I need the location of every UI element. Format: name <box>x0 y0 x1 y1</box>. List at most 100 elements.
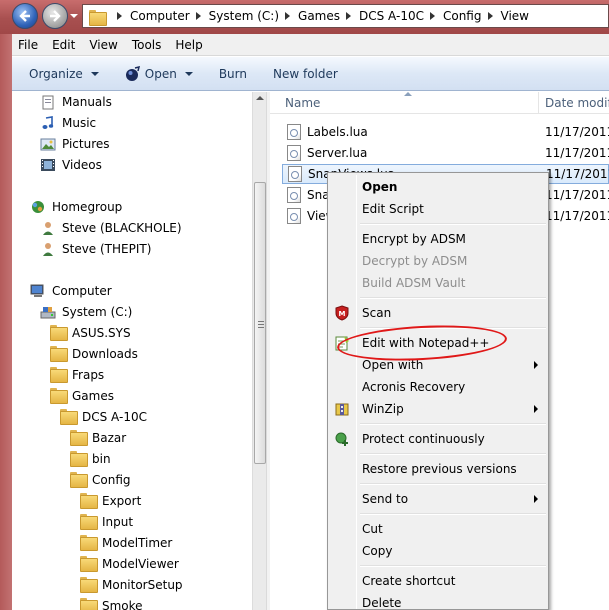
ctx-acronis-recovery[interactable]: Acronis Recovery <box>330 376 546 398</box>
nav-item-dcs-a10c[interactable]: DCS A-10C <box>60 407 147 427</box>
command-bar: Organize Open Burn New folder <box>12 57 609 91</box>
column-divider[interactable] <box>538 92 539 114</box>
breadcrumb-separator-icon[interactable] <box>487 12 493 20</box>
address-bar[interactable]: Computer System (C:) Games DCS A-10C Con… <box>82 4 609 28</box>
ctx-winzip[interactable]: WinZip <box>330 398 546 420</box>
nav-item-games[interactable]: Games <box>50 386 114 406</box>
new-folder-button[interactable]: New folder <box>273 67 338 81</box>
breadcrumb-system-c[interactable]: System (C:) <box>209 9 279 23</box>
submenu-arrow-icon <box>534 405 538 413</box>
ctx-label: Edit Script <box>362 202 424 216</box>
menu-file[interactable]: File <box>18 38 38 52</box>
open-button[interactable]: Open <box>125 65 193 82</box>
context-menu: Open Edit Script Encrypt by ADSM Decrypt… <box>327 172 549 610</box>
breadcrumb-config[interactable]: Config <box>443 9 482 23</box>
nav-item-steve-thepit[interactable]: Steve (THEPIT) <box>40 239 151 259</box>
nav-item-fraps[interactable]: Fraps <box>50 365 104 385</box>
file-date: 11/17/2011 3 <box>545 209 609 223</box>
ctx-edit-with-notepad[interactable]: Edit with Notepad++ <box>330 332 546 354</box>
nav-item-label: Games <box>72 389 114 403</box>
recent-pages-dropdown-icon[interactable] <box>70 12 78 20</box>
file-row-labels[interactable]: Labels.lua 11/17/2011 3 <box>282 122 609 142</box>
ctx-open[interactable]: Open <box>330 176 546 198</box>
nav-item-label: Music <box>62 116 97 130</box>
nav-item-config[interactable]: Config <box>70 470 131 490</box>
ctx-protect-continuously[interactable]: Protect continuously <box>330 428 546 450</box>
document-library-icon <box>42 95 54 110</box>
ctx-encrypt-adsm[interactable]: Encrypt by ADSM <box>330 228 546 250</box>
music-note-icon <box>42 116 54 129</box>
nav-item-system-c[interactable]: System (C:) <box>40 302 132 322</box>
ctx-cut[interactable]: Cut <box>330 518 546 540</box>
scroll-up-arrow-icon[interactable] <box>256 96 264 100</box>
forward-button[interactable] <box>42 3 68 29</box>
breadcrumb-computer[interactable]: Computer <box>130 9 190 23</box>
file-row-server[interactable]: Server.lua 11/17/2011 3 <box>282 143 609 163</box>
submenu-arrow-icon <box>534 361 538 369</box>
ctx-label: Send to <box>362 492 409 506</box>
breadcrumb-dcs-a10c[interactable]: DCS A-10C <box>359 9 424 23</box>
back-button[interactable] <box>12 3 38 29</box>
nav-item-modelviewer[interactable]: ModelViewer <box>80 554 179 574</box>
breadcrumb-separator-icon[interactable] <box>346 12 351 20</box>
homegroup-icon <box>32 201 44 213</box>
breadcrumb-separator-icon[interactable] <box>117 12 122 20</box>
navigation-pane-scrollbar[interactable] <box>252 92 266 610</box>
nav-item-music[interactable]: Music <box>40 113 96 133</box>
nav-item-smoke[interactable]: Smoke <box>80 596 143 610</box>
ctx-edit-script[interactable]: Edit Script <box>330 198 546 220</box>
ctx-decrypt-adsm: Decrypt by ADSM <box>330 250 546 272</box>
burn-button[interactable]: Burn <box>219 67 247 81</box>
nav-item-steve-blackhole[interactable]: Steve (BLACKHOLE) <box>40 218 182 238</box>
nav-item-input[interactable]: Input <box>80 512 133 532</box>
nav-item-monitorsetup[interactable]: MonitorSetup <box>80 575 183 595</box>
title-bar: Computer System (C:) Games DCS A-10C Con… <box>0 0 609 34</box>
nav-item-asus-sys[interactable]: ASUS.SYS <box>50 323 131 343</box>
nav-item-downloads[interactable]: Downloads <box>50 344 138 364</box>
nav-item-bazar[interactable]: Bazar <box>70 428 126 448</box>
column-header-date-modified[interactable]: Date modifi <box>545 96 609 110</box>
nav-item-bin[interactable]: bin <box>70 449 111 469</box>
nav-item-computer[interactable]: Computer <box>30 281 112 301</box>
ctx-separator <box>360 513 546 515</box>
nav-item-videos[interactable]: Videos <box>40 155 102 175</box>
ctx-separator <box>360 223 546 225</box>
menu-view[interactable]: View <box>89 38 117 52</box>
ctx-create-shortcut[interactable]: Create shortcut <box>330 570 546 592</box>
file-date: 11/17/2011 3 <box>546 167 609 181</box>
ctx-label: Edit with Notepad++ <box>362 336 490 350</box>
nav-item-pictures[interactable]: Pictures <box>40 134 110 154</box>
notepad-plus-plus-icon <box>335 336 349 351</box>
ctx-copy[interactable]: Copy <box>330 540 546 562</box>
breadcrumb-games[interactable]: Games <box>298 9 340 23</box>
ctx-delete[interactable]: Delete <box>330 592 546 610</box>
computer-icon <box>30 284 44 297</box>
ctx-label: Restore previous versions <box>362 462 517 476</box>
lua-file-icon <box>287 145 301 161</box>
ctx-label: Delete <box>362 596 402 610</box>
nav-item-modeltimer[interactable]: ModelTimer <box>80 533 172 553</box>
breadcrumb-separator-icon[interactable] <box>195 12 201 20</box>
column-header-name[interactable]: Name <box>285 96 320 110</box>
nav-item-manuals[interactable]: Manuals <box>40 92 112 112</box>
menu-edit[interactable]: Edit <box>52 38 75 52</box>
scrollbar-thumb[interactable] <box>254 182 266 464</box>
antivirus-shield-icon: M <box>335 305 349 321</box>
ctx-restore-previous-versions[interactable]: Restore previous versions <box>330 458 546 480</box>
ctx-scan[interactable]: M Scan <box>330 302 546 324</box>
nav-item-export[interactable]: Export <box>80 491 141 511</box>
nav-item-label: Manuals <box>62 95 112 109</box>
ctx-label: Open with <box>362 358 424 372</box>
open-program-icon <box>125 65 140 81</box>
breadcrumb-separator-icon[interactable] <box>429 12 435 20</box>
ctx-open-with[interactable]: Open with <box>330 354 546 376</box>
organize-button[interactable]: Organize <box>29 67 99 81</box>
breadcrumb-view[interactable]: View <box>501 9 529 23</box>
folder-icon <box>80 535 98 551</box>
menu-help[interactable]: Help <box>175 38 202 52</box>
breadcrumb-separator-icon[interactable] <box>285 12 291 20</box>
video-film-icon <box>41 159 55 171</box>
nav-item-homegroup[interactable]: Homegroup <box>30 197 122 217</box>
ctx-send-to[interactable]: Send to <box>330 488 546 510</box>
menu-tools[interactable]: Tools <box>132 38 162 52</box>
